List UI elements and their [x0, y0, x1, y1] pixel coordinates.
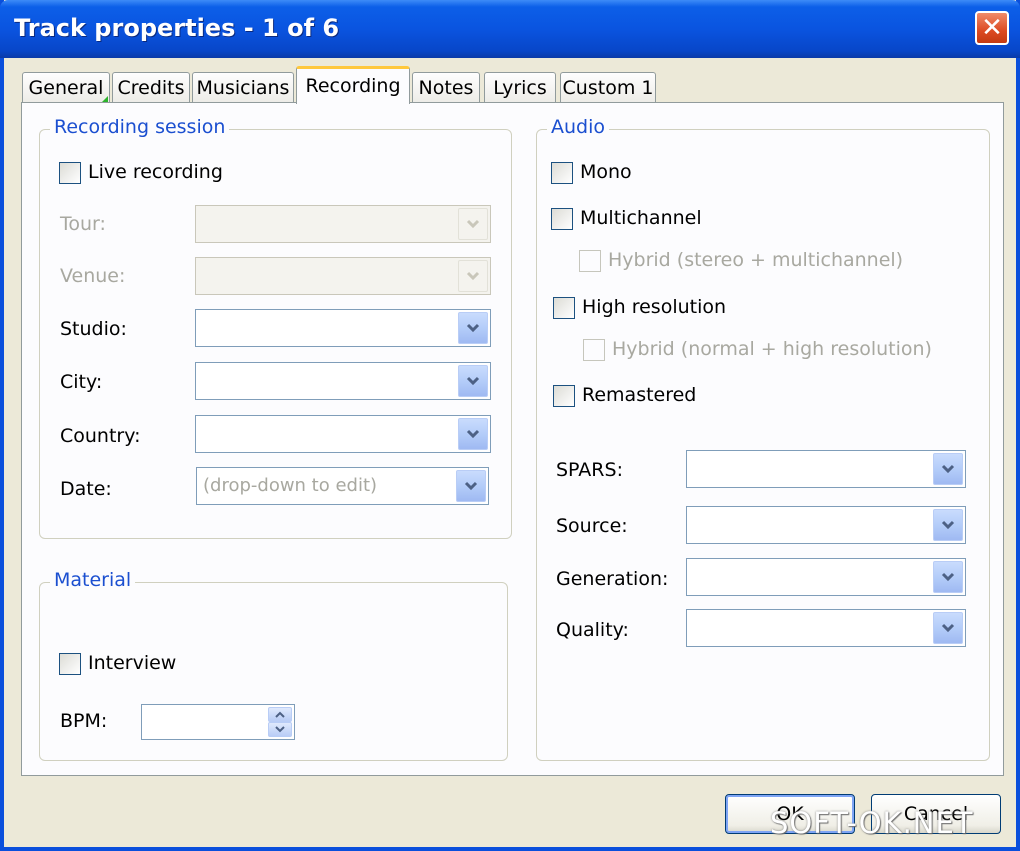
multichannel-checkbox[interactable]: [551, 208, 573, 230]
spars-dropdown-button[interactable]: [933, 453, 963, 485]
hybrid-hires-checkbox: [583, 339, 605, 361]
interview-label: Interview: [88, 652, 177, 674]
audio-group: Audio Mono Multichannel Hybrid (stereo +…: [536, 116, 990, 761]
chevron-down-icon: [941, 572, 955, 582]
date-dropdown-button[interactable]: [456, 470, 486, 502]
hybrid-hires-label: Hybrid (normal + high resolution): [612, 338, 932, 360]
tab-custom-1-label: Custom 1: [562, 77, 654, 99]
chevron-down-icon: [466, 429, 480, 439]
material-legend: Material: [50, 569, 136, 591]
recording-session-group: Recording session Live recording Tour: V…: [39, 116, 512, 539]
tab-general-label: General: [28, 77, 104, 99]
tour-dropdown-button: [458, 208, 488, 240]
chevron-down-icon: [466, 376, 480, 386]
tab-lyrics-label: Lyrics: [493, 77, 547, 99]
close-icon: ✕: [981, 13, 1003, 43]
chevron-down-icon: [941, 464, 955, 474]
close-button[interactable]: ✕: [975, 11, 1009, 45]
tour-combo: [195, 205, 491, 243]
country-dropdown-button[interactable]: [458, 418, 488, 450]
venue-combo: [195, 257, 491, 295]
tab-musicians-label: Musicians: [196, 77, 290, 99]
date-combo[interactable]: (drop-down to edit): [196, 467, 489, 505]
tab-credits-label: Credits: [117, 77, 185, 99]
tab-credits[interactable]: Credits: [112, 72, 190, 104]
studio-label: Studio:: [60, 318, 127, 340]
hybrid-multichannel-checkbox: [579, 250, 601, 272]
chevron-down-icon: [466, 323, 480, 333]
venue-dropdown-button: [458, 260, 488, 292]
chevron-down-icon: [941, 520, 955, 530]
tab-notes[interactable]: Notes: [412, 72, 480, 104]
tab-panel-recording: Recording session Live recording Tour: V…: [21, 102, 1004, 776]
audio-legend: Audio: [547, 116, 610, 138]
material-group: Material Interview BPM:: [39, 569, 508, 761]
generation-label: Generation:: [556, 568, 669, 590]
interview-checkbox[interactable]: [59, 653, 81, 675]
title-bar[interactable]: Track properties - 1 of 6 ✕: [0, 0, 1020, 58]
multichannel-label: Multichannel: [580, 207, 702, 229]
tab-musicians[interactable]: Musicians: [192, 72, 294, 104]
tab-general[interactable]: General: [22, 72, 110, 104]
spars-combo[interactable]: [686, 450, 966, 488]
quality-dropdown-button[interactable]: [933, 612, 963, 644]
studio-combo[interactable]: [195, 309, 491, 347]
quality-label: Quality:: [556, 619, 629, 641]
source-dropdown-button[interactable]: [933, 509, 963, 541]
city-label: City:: [60, 371, 103, 393]
remastered-checkbox[interactable]: [553, 385, 575, 407]
watermark: SOFT-OK.NET: [770, 806, 974, 840]
live-recording-label: Live recording: [88, 161, 223, 183]
chevron-up-icon: [275, 711, 285, 718]
tab-recording[interactable]: Recording: [296, 66, 410, 104]
window-title: Track properties - 1 of 6: [14, 14, 340, 42]
studio-dropdown-button[interactable]: [458, 312, 488, 344]
tab-custom-1[interactable]: Custom 1: [560, 72, 656, 104]
city-combo[interactable]: [195, 362, 491, 400]
venue-label: Venue:: [60, 265, 126, 287]
country-label: Country:: [60, 425, 141, 447]
generation-dropdown-button[interactable]: [933, 561, 963, 593]
source-label: Source:: [556, 515, 628, 537]
spars-label: SPARS:: [556, 459, 623, 481]
mono-label: Mono: [580, 161, 632, 183]
chevron-down-icon: [275, 726, 285, 733]
tab-notes-label: Notes: [418, 77, 474, 99]
bpm-increment-button[interactable]: [268, 707, 292, 722]
source-combo[interactable]: [686, 506, 966, 544]
dialog-window: Track properties - 1 of 6 ✕ General Cred…: [0, 0, 1020, 851]
generation-combo[interactable]: [686, 558, 966, 596]
chevron-down-icon: [466, 271, 480, 281]
chevron-down-icon: [941, 623, 955, 633]
chevron-down-icon: [464, 481, 478, 491]
remastered-label: Remastered: [582, 384, 697, 406]
tab-recording-label: Recording: [305, 75, 401, 97]
bpm-spinner[interactable]: [141, 704, 295, 740]
tour-label: Tour:: [60, 213, 106, 235]
mono-checkbox[interactable]: [551, 162, 573, 184]
date-value: (drop-down to edit): [203, 475, 378, 496]
high-resolution-label: High resolution: [582, 296, 727, 318]
date-label: Date:: [60, 478, 112, 500]
recording-session-legend: Recording session: [50, 116, 230, 138]
live-recording-checkbox[interactable]: [59, 162, 81, 184]
quality-combo[interactable]: [686, 609, 966, 647]
country-combo[interactable]: [195, 415, 491, 453]
hybrid-multichannel-label: Hybrid (stereo + multichannel): [608, 249, 904, 271]
tab-lyrics[interactable]: Lyrics: [484, 72, 556, 104]
city-dropdown-button[interactable]: [458, 365, 488, 397]
chevron-down-icon: [466, 219, 480, 229]
bpm-label: BPM:: [60, 710, 108, 732]
high-resolution-checkbox[interactable]: [553, 297, 575, 319]
bpm-decrement-button[interactable]: [268, 722, 292, 737]
